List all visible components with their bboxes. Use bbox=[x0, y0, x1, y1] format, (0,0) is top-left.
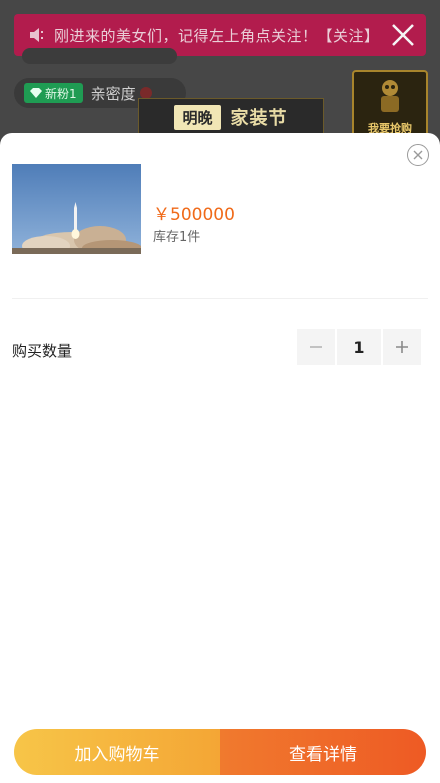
diamond-icon bbox=[30, 88, 42, 98]
intimacy-label: 亲密度 bbox=[90, 84, 136, 103]
purchase-sheet: ￥500000 库存1件 购买数量 1 加入购物车 查看详情 bbox=[0, 133, 440, 783]
gift-widget[interactable]: 我要抢购 bbox=[352, 70, 428, 140]
divider bbox=[12, 298, 428, 299]
quantity-label: 购买数量 bbox=[12, 342, 73, 360]
header-pill bbox=[22, 48, 177, 64]
fan-badge: 新粉1 bbox=[24, 83, 83, 103]
quantity-value[interactable]: 1 bbox=[337, 329, 381, 365]
product-stock: 库存1件 bbox=[153, 230, 201, 245]
fan-badge-label: 新粉1 bbox=[45, 86, 77, 101]
promo-banner: 明晚 家装节 bbox=[138, 98, 324, 136]
live-stream-background: 刚进来的美女们，记得左上角点关注！【关注】 新粉1 亲密度 明晚 家装节 我要抢… bbox=[0, 0, 440, 140]
quantity-stepper: 1 bbox=[297, 329, 421, 365]
close-icon[interactable] bbox=[390, 22, 416, 48]
promo-tag: 明晚 bbox=[174, 104, 221, 130]
speaker-icon bbox=[26, 24, 48, 46]
banner-text: 刚进来的美女们，记得左上角点关注！【关注】 bbox=[54, 26, 380, 45]
plus-icon bbox=[396, 341, 408, 353]
product-image bbox=[12, 164, 141, 254]
increment-button[interactable] bbox=[383, 329, 421, 365]
add-to-cart-button[interactable]: 加入购物车 bbox=[14, 729, 220, 775]
view-details-button[interactable]: 查看详情 bbox=[220, 729, 426, 775]
promo-title: 家装节 bbox=[230, 108, 288, 129]
product-price: ￥500000 bbox=[153, 205, 235, 225]
minus-icon bbox=[310, 346, 322, 348]
robot-icon bbox=[381, 80, 399, 112]
action-bar: 加入购物车 查看详情 bbox=[14, 729, 426, 775]
close-icon[interactable] bbox=[407, 144, 429, 166]
decrement-button[interactable] bbox=[297, 329, 335, 365]
